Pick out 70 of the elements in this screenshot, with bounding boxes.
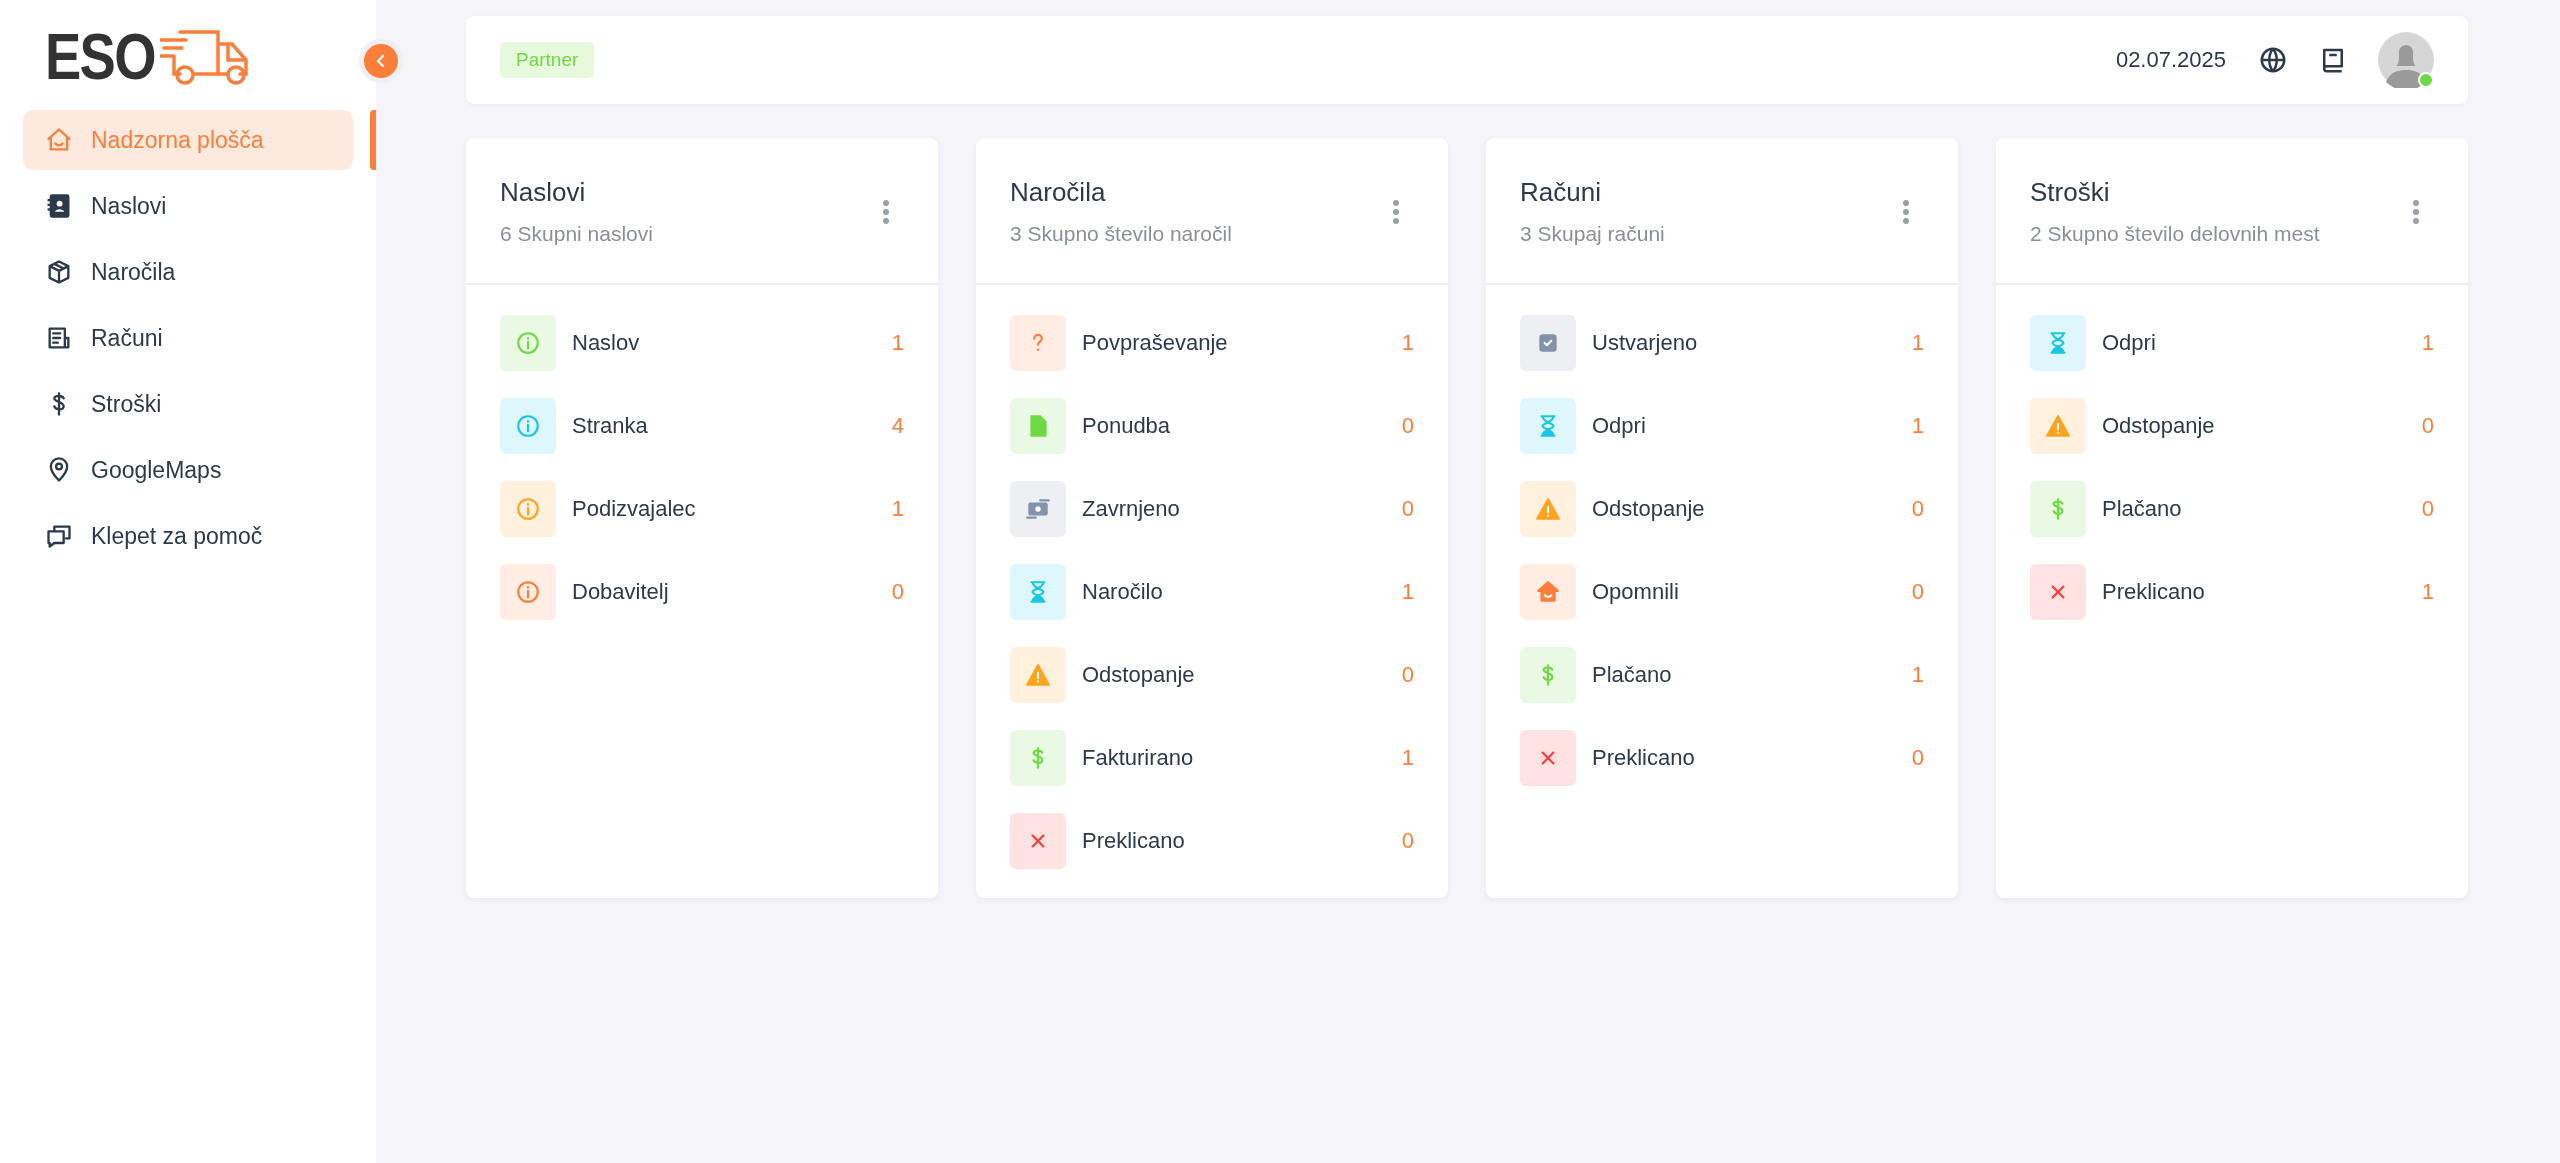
status-count: 1 <box>1911 662 1924 688</box>
nav-item[interactable]: Naročila <box>23 242 353 302</box>
partner-badge: Partner <box>500 42 595 78</box>
status-count: 0 <box>1401 662 1414 688</box>
status-label: Odstopanje <box>1082 662 1196 688</box>
status-count: 0 <box>1401 413 1414 439</box>
status-label: Opomnili <box>1592 579 1680 605</box>
status-label: Fakturirano <box>1082 745 1195 771</box>
more-options-icon[interactable] <box>1392 198 1400 225</box>
logo-text: ESO <box>45 25 155 89</box>
status-count: 0 <box>1911 579 1924 605</box>
status-count: 1 <box>891 330 904 356</box>
status-label: Zavrnjeno <box>1082 496 1181 522</box>
status-label: Naslov <box>572 330 641 356</box>
globe-icon[interactable] <box>2258 45 2288 75</box>
card-title: Računi <box>1520 177 1602 208</box>
more-options-icon[interactable] <box>1902 198 1910 225</box>
more-options-icon[interactable] <box>2412 198 2420 225</box>
status-count: 0 <box>1401 828 1414 854</box>
status-count: 1 <box>2421 579 2434 605</box>
status-label: Odpri <box>2102 330 2157 356</box>
house-icon <box>45 126 73 154</box>
status-label: Plačano <box>2102 496 2183 522</box>
nav-item[interactable]: Klepet za pomoč <box>23 506 353 566</box>
status-count: 0 <box>891 579 904 605</box>
status-count: 0 <box>1401 496 1414 522</box>
status-count: 1 <box>1401 330 1414 356</box>
nav-item[interactable]: Računi <box>23 308 353 368</box>
status-count: 0 <box>2421 496 2434 522</box>
status-label: Povpraševanje <box>1082 330 1229 356</box>
status-label: Preklicano <box>2102 579 2206 605</box>
status-count: 1 <box>1911 330 1924 356</box>
card-title: Naročila <box>1010 177 1107 208</box>
contacts-book-icon <box>45 192 73 220</box>
card-subtitle: 6 Skupni naslovi <box>500 222 653 246</box>
collapse-button[interactable] <box>359 39 403 83</box>
status-label: Naročilo <box>1082 579 1164 605</box>
card-subtitle: 3 Skupaj računi <box>1520 222 1665 246</box>
card-title: Stroški <box>2030 177 2111 208</box>
status-count: 1 <box>1401 579 1414 605</box>
status-label: Stranka <box>572 413 649 439</box>
status-count: 1 <box>1401 745 1414 771</box>
nav-item[interactable]: Naslovi <box>23 176 353 236</box>
date-text: 02.07.2025 <box>2115 47 2226 73</box>
card-title: Naslovi <box>500 177 587 208</box>
card-subtitle: 2 Skupno število delovnih mest <box>2030 222 2320 246</box>
status-count: 1 <box>891 496 904 522</box>
status-count: 0 <box>1911 496 1924 522</box>
more-options-icon[interactable] <box>882 198 890 225</box>
status-count: 1 <box>1911 413 1924 439</box>
card-subtitle: 3 Skupno število naročil <box>1010 222 1232 246</box>
nav-item[interactable]: GoogleMaps <box>23 440 353 500</box>
status-label: Plačano <box>1592 662 1673 688</box>
status-label: Preklicano <box>1082 828 1186 854</box>
status-label: Dobavitelj <box>572 579 670 605</box>
nav-item[interactable]: Stroški <box>23 374 353 434</box>
status-count: 0 <box>2421 413 2434 439</box>
status-label: Odstopanje <box>2102 413 2216 439</box>
status-label: Odstopanje <box>1592 496 1706 522</box>
status-count: 1 <box>2421 330 2434 356</box>
status-label: Odpri <box>1592 413 1647 439</box>
active-indicator <box>370 110 376 170</box>
status-label: Ustvarjeno <box>1592 330 1699 356</box>
avatar[interactable] <box>2378 32 2434 88</box>
status-count: 4 <box>891 413 904 439</box>
status-label: Podizvajalec <box>572 496 697 522</box>
box-icon <box>45 258 73 286</box>
status-label: Ponudba <box>1082 413 1172 439</box>
status-count: 0 <box>1911 745 1924 771</box>
status-label: Preklicano <box>1592 745 1696 771</box>
